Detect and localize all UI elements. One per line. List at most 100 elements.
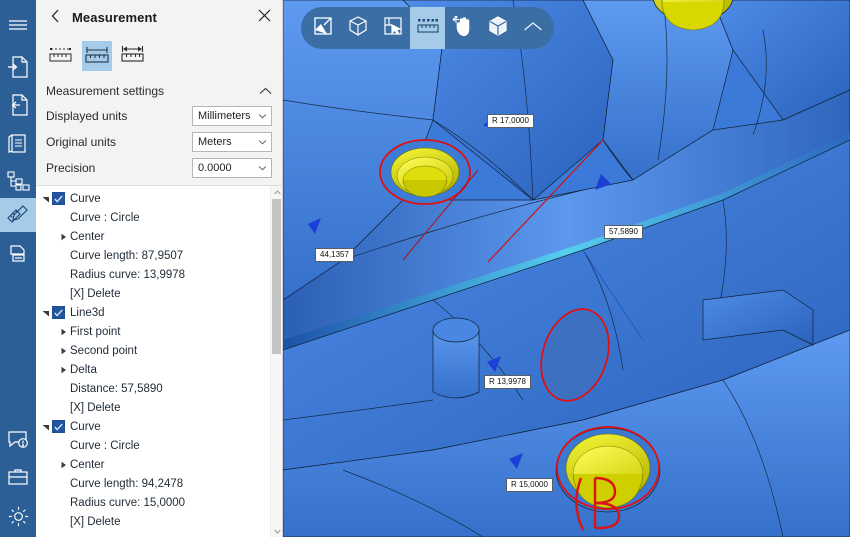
tree-row[interactable]: [X] Delete (36, 398, 270, 417)
3d-viewport[interactable]: BACK LEFT TOP (283, 0, 850, 537)
expander-collapse-icon[interactable] (40, 309, 52, 317)
expander-expand-icon[interactable] (58, 347, 70, 355)
chevron-down-icon (258, 111, 268, 121)
displayed-units-label: Displayed units (46, 109, 192, 123)
measurement-settings-header[interactable]: Measurement settings (36, 79, 282, 103)
displayed-units-select[interactable]: Millimeters (192, 106, 272, 126)
document-icon (7, 131, 29, 155)
hand-move-icon (452, 15, 474, 42)
chevron-left-icon (51, 9, 60, 26)
menu-hamburger-button[interactable] (0, 8, 36, 42)
measure-pencil-icon (6, 203, 30, 227)
sidebar-item-print[interactable] (0, 236, 36, 270)
tree-row[interactable]: Curve : Circle (36, 436, 270, 455)
tree-scrollbar[interactable] (270, 186, 282, 537)
sidebar-item-documents[interactable] (0, 126, 36, 160)
tree-row-group[interactable]: Curve (36, 417, 270, 436)
toolbar-pick-point[interactable] (375, 7, 410, 49)
sidebar-item-import[interactable] (0, 50, 36, 84)
radius-label-mid[interactable]: R 13,9978 (484, 375, 531, 389)
tree-row[interactable]: [X] Delete (36, 512, 270, 531)
application-window: Measurement (0, 0, 850, 537)
cube-wire-icon (347, 15, 369, 42)
expander-expand-icon[interactable] (58, 461, 70, 469)
tree-row[interactable]: [X] Delete (36, 284, 270, 303)
tree-row[interactable]: First point (36, 322, 270, 341)
radius-label-top[interactable]: R 17,0000 (487, 114, 534, 128)
printer-icon (7, 242, 29, 264)
field-displayed-units: Displayed units Millimeters (36, 103, 282, 129)
tree-row[interactable]: Curve : Circle (36, 208, 270, 227)
tree-item-label: Delta (70, 364, 97, 376)
chevron-down-icon (258, 163, 268, 173)
toolbar-box-view[interactable] (340, 7, 375, 49)
tree-row[interactable]: Distance: 57,5890 (36, 379, 270, 398)
tree-row[interactable]: Delta (36, 360, 270, 379)
hierarchy-icon (7, 170, 30, 192)
toolbar-render-mode[interactable] (480, 7, 515, 49)
sidebar-item-measurement[interactable] (0, 198, 36, 232)
ruler-icon (416, 16, 440, 41)
precision-label: Precision (46, 161, 192, 175)
expander-collapse-icon[interactable] (40, 423, 52, 431)
viewport-toolbar (301, 7, 554, 49)
panel-close-button[interactable] (254, 8, 274, 28)
panel-back-button[interactable] (46, 7, 64, 29)
tree-row[interactable]: Radius curve: 13,9978 (36, 265, 270, 284)
sidebar-item-settings[interactable] (0, 499, 36, 533)
displayed-units-value: Millimeters (198, 110, 258, 122)
toolbar-collapse[interactable] (515, 7, 550, 49)
pick-cursor-icon (383, 16, 403, 41)
tool-point-measurement[interactable] (46, 41, 76, 71)
expander-expand-icon[interactable] (58, 328, 70, 336)
tree-row[interactable]: Curve length: 87,9507 (36, 246, 270, 265)
sidebar-item-export[interactable] (0, 88, 36, 122)
sidebar-item-help[interactable] (0, 423, 36, 457)
chevron-down-icon (258, 137, 268, 147)
tool-distance-faces[interactable] (82, 41, 112, 71)
chevron-up-icon (523, 19, 543, 37)
tree-item-label: [X] Delete (70, 516, 121, 528)
tree-row[interactable]: Second point (36, 341, 270, 360)
tool-linear-distance[interactable] (118, 41, 148, 71)
ruler-arrows-icon (120, 43, 146, 70)
distance-label-left[interactable]: 44,1357 (315, 248, 354, 262)
briefcase-icon (7, 468, 29, 488)
scroll-down-arrow[interactable] (271, 525, 282, 537)
expander-collapse-icon[interactable] (40, 195, 52, 203)
tree-item-label: [X] Delete (70, 288, 121, 300)
scrollbar-thumb[interactable] (272, 199, 281, 354)
tree-checkbox[interactable] (52, 192, 65, 205)
tree-row[interactable]: Center (36, 455, 270, 474)
toolbar-pan[interactable] (445, 7, 480, 49)
cube-solid-icon (487, 15, 509, 42)
scroll-up-arrow[interactable] (271, 186, 282, 198)
expander-expand-icon[interactable] (58, 233, 70, 241)
toolbar-section-view[interactable] (305, 7, 340, 49)
radius-label-bottom[interactable]: R 15,0000 (506, 478, 553, 492)
precision-select[interactable]: 0.0000 (192, 158, 272, 178)
tree-row[interactable]: Curve length: 94,2478 (36, 474, 270, 493)
settings-header-label: Measurement settings (46, 84, 259, 98)
tree-item-label: Center (70, 231, 105, 243)
tree-row[interactable]: Radius curve: 15,0000 (36, 493, 270, 512)
tree-row-group[interactable]: Curve (36, 189, 270, 208)
tree-checkbox[interactable] (52, 306, 65, 319)
tree-row-group[interactable]: Line3d (36, 303, 270, 322)
close-icon (258, 9, 271, 27)
distance-label-center[interactable]: 57,5890 (604, 225, 643, 239)
toolbar-measure[interactable] (410, 7, 445, 49)
field-original-units: Original units Meters (36, 129, 282, 155)
tree-checkbox[interactable] (52, 420, 65, 433)
sidebar-item-structure[interactable] (0, 164, 36, 198)
gear-icon (7, 505, 30, 528)
sidebar-item-toolbox[interactable] (0, 461, 36, 495)
original-units-value: Meters (198, 136, 258, 148)
tree-row[interactable]: Center (36, 227, 270, 246)
original-units-select[interactable]: Meters (192, 132, 272, 152)
tree-item-label: Line3d (70, 307, 105, 319)
file-import-icon (7, 55, 29, 79)
field-precision: Precision 0.0000 (36, 155, 282, 181)
tree-item-label: Curve length: 94,2478 (70, 478, 183, 490)
expander-expand-icon[interactable] (58, 366, 70, 374)
